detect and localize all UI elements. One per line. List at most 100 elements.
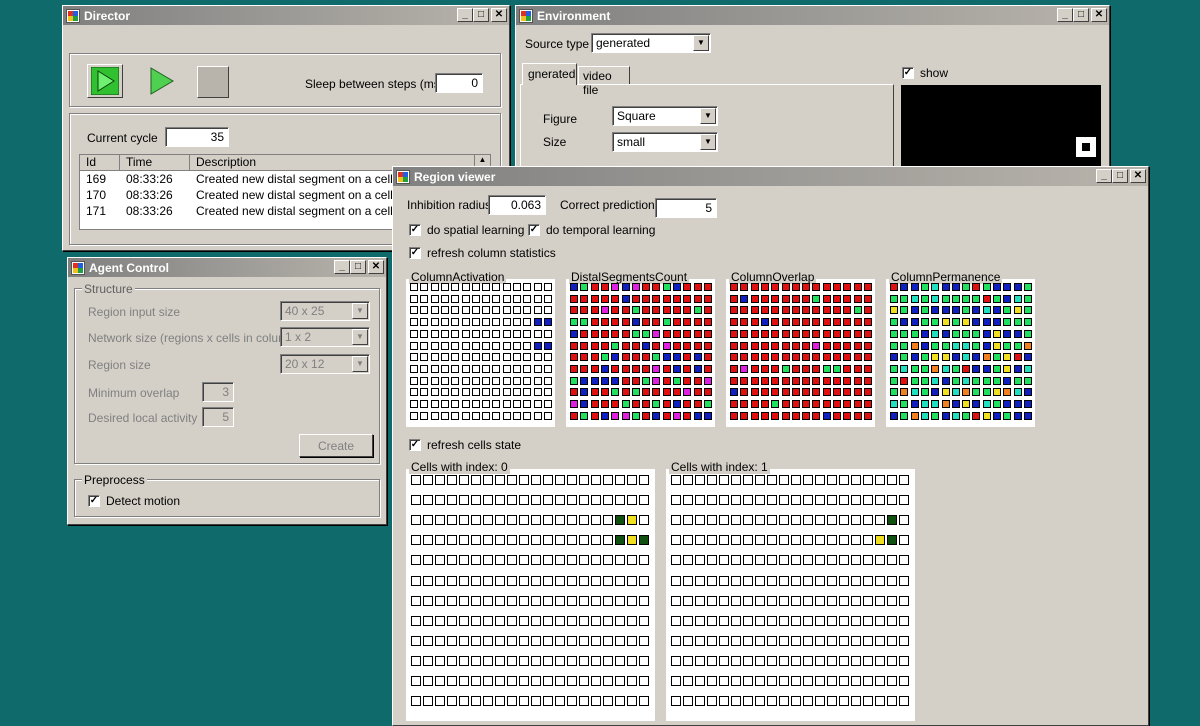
- environment-titlebar[interactable]: Environment _ □ ✕: [516, 6, 1109, 25]
- close-icon[interactable]: ✕: [1130, 169, 1146, 183]
- close-icon[interactable]: ✕: [368, 260, 384, 274]
- column-cell: [440, 353, 449, 362]
- cell-square: [483, 676, 493, 686]
- cell-square: [507, 595, 517, 606]
- column-cell: [471, 318, 480, 327]
- cell-square: [543, 575, 553, 586]
- column-cell: [693, 364, 702, 373]
- cell-square: [719, 635, 729, 646]
- stop-button[interactable]: [197, 66, 229, 98]
- column-cell: [863, 411, 872, 420]
- minimize-icon[interactable]: _: [457, 8, 473, 22]
- refresh-stats-checkbox[interactable]: ✓ refresh column statistics: [409, 246, 556, 260]
- column-cell: [693, 353, 702, 362]
- cell-square: [615, 555, 625, 566]
- cycle-input[interactable]: 35: [165, 127, 229, 147]
- cell-square: [827, 475, 837, 485]
- chevron-down-icon[interactable]: ▼: [352, 329, 368, 345]
- minimize-icon[interactable]: _: [334, 260, 350, 274]
- cell-square: [779, 535, 789, 546]
- close-icon[interactable]: ✕: [491, 8, 507, 22]
- maximize-icon[interactable]: □: [1112, 169, 1128, 183]
- cell-square: [671, 515, 681, 526]
- refresh-cells-checkbox[interactable]: ✓ refresh cells state: [409, 438, 521, 452]
- detect-motion-checkbox[interactable]: ✓ Detect motion: [88, 494, 180, 508]
- cell-square: [531, 495, 541, 506]
- director-titlebar[interactable]: Director _ □ ✕: [63, 6, 509, 25]
- cell-square: [803, 495, 813, 506]
- maximize-icon[interactable]: □: [350, 260, 366, 274]
- chevron-down-icon[interactable]: ▼: [700, 134, 716, 150]
- row-id: 171: [86, 204, 107, 218]
- col-header-time[interactable]: Time: [120, 155, 190, 170]
- column-cell: [451, 283, 460, 291]
- maximize-icon[interactable]: □: [473, 8, 489, 22]
- cell-square: [803, 575, 813, 586]
- cell-square: [447, 515, 457, 526]
- region-input-select[interactable]: 40 x 25 ▼: [280, 301, 370, 321]
- column-cell: [951, 283, 960, 291]
- column-cell: [600, 318, 609, 327]
- maximize-icon[interactable]: □: [1073, 8, 1089, 22]
- minimize-icon[interactable]: _: [1057, 8, 1073, 22]
- column-cell: [900, 341, 909, 350]
- cell-square: [731, 495, 741, 506]
- cell-square: [447, 615, 457, 626]
- step-button[interactable]: [143, 64, 179, 98]
- cell-square: [555, 515, 565, 526]
- column-cell: [523, 283, 532, 291]
- minimize-icon[interactable]: _: [1096, 169, 1112, 183]
- figure-select[interactable]: Square ▼: [612, 106, 718, 126]
- chevron-down-icon[interactable]: ▼: [352, 356, 368, 372]
- column-cell: [972, 283, 981, 291]
- cell-square: [519, 595, 529, 606]
- column-cell: [533, 376, 542, 385]
- column-cell: [492, 376, 501, 385]
- region-size-select[interactable]: 20 x 12 ▼: [280, 354, 370, 374]
- column-cell: [993, 329, 1001, 338]
- min-overlap-input[interactable]: 3: [202, 382, 234, 402]
- column-cell: [600, 341, 609, 350]
- column-cell: [611, 283, 620, 291]
- cell-square: [639, 696, 649, 707]
- temporal-learning-checkbox[interactable]: ✓ do temporal learning: [528, 223, 655, 237]
- cell-square: [411, 595, 421, 606]
- correct-prediction-input[interactable]: 5: [655, 198, 717, 218]
- tab-generated[interactable]: gnerated: [522, 63, 577, 85]
- column-cell: [843, 353, 852, 362]
- tab-video-file[interactable]: video file: [578, 66, 630, 97]
- create-button[interactable]: Create: [299, 434, 373, 457]
- column-cell: [600, 329, 609, 338]
- cell-square: [791, 696, 801, 707]
- close-icon[interactable]: ✕: [1091, 8, 1107, 22]
- column-cell: [802, 306, 811, 315]
- cell-square: [495, 595, 505, 606]
- agent-titlebar[interactable]: Agent Control _ □ ✕: [68, 258, 386, 277]
- network-size-select[interactable]: 1 x 2 ▼: [280, 327, 370, 347]
- cell-square: [899, 696, 909, 707]
- column-cell: [802, 294, 811, 303]
- cell-square: [719, 575, 729, 586]
- run-button[interactable]: [87, 64, 123, 98]
- column-cell: [750, 411, 759, 420]
- chevron-down-icon[interactable]: ▼: [352, 303, 368, 319]
- column-cell: [730, 376, 738, 385]
- spatial-learning-checkbox[interactable]: ✓ do spatial learning: [409, 223, 524, 237]
- cell-square: [423, 696, 433, 707]
- desired-activity-input[interactable]: 5: [202, 407, 234, 427]
- chevron-down-icon[interactable]: ▼: [700, 108, 716, 124]
- cell-square: [603, 555, 613, 566]
- sleep-input[interactable]: 0: [435, 73, 483, 93]
- show-checkbox[interactable]: ✓ show: [902, 66, 948, 80]
- region-titlebar[interactable]: Region viewer _ □ ✕: [393, 167, 1148, 186]
- cell-square: [791, 615, 801, 626]
- inhibition-input[interactable]: 0.063: [488, 195, 546, 215]
- column-cell: [1023, 283, 1032, 291]
- chevron-down-icon[interactable]: ▼: [693, 35, 709, 51]
- size-select[interactable]: small ▼: [612, 132, 718, 152]
- cell-square: [459, 495, 469, 506]
- col-header-id[interactable]: Id: [80, 155, 120, 170]
- column-cell: [673, 353, 681, 362]
- cell-square: [423, 475, 433, 485]
- source-type-select[interactable]: generated ▼: [591, 33, 711, 53]
